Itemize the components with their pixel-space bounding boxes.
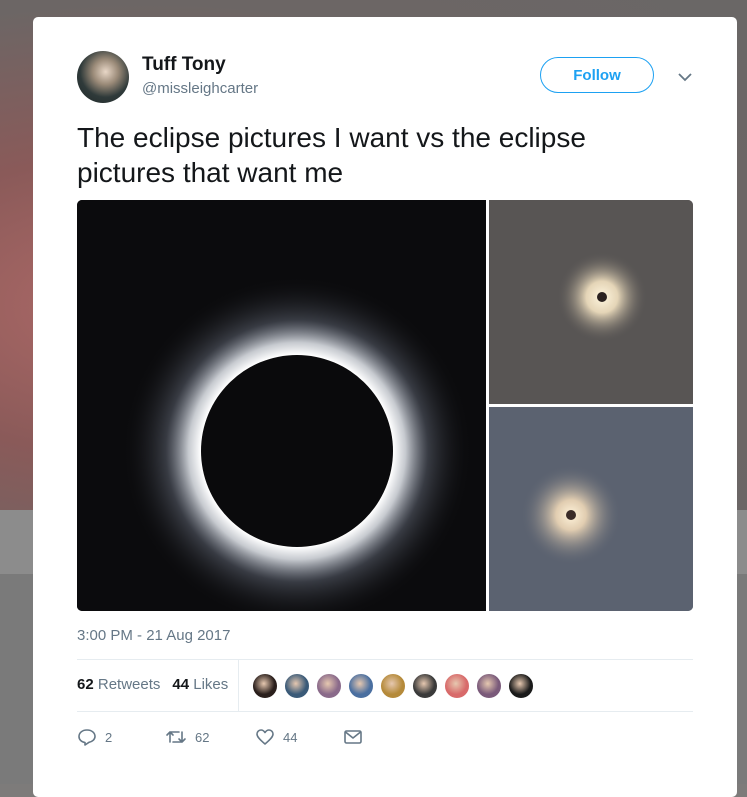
liker-avatar[interactable] <box>475 672 503 700</box>
eclipse-photo-small-top[interactable] <box>489 200 693 404</box>
chevron-down-icon[interactable] <box>676 68 694 86</box>
heart-icon <box>255 727 275 747</box>
liker-avatar[interactable] <box>507 672 535 700</box>
likes-count: 44 <box>172 675 190 693</box>
divider-top <box>77 659 693 660</box>
follow-button[interactable]: Follow <box>540 57 654 93</box>
like-button[interactable]: 44 <box>255 727 297 747</box>
reply-count: 2 <box>105 729 113 745</box>
tweet-card: Tuff Tony @missleighcarter Follow The ec… <box>33 17 737 797</box>
retweets-count: 62 <box>77 675 94 693</box>
author-name[interactable]: Tuff Tony <box>142 54 226 76</box>
retweet-icon <box>165 727 187 747</box>
liker-avatar[interactable] <box>347 672 375 700</box>
stats-separator <box>238 659 239 711</box>
liker-avatar[interactable] <box>379 672 407 700</box>
liker-avatars <box>251 672 535 700</box>
liker-avatar[interactable] <box>251 672 279 700</box>
tweet-stats: 62 Retweets 44 Likes <box>77 674 228 694</box>
retweets-stat[interactable]: 62 Retweets <box>77 676 160 693</box>
envelope-icon <box>343 727 363 747</box>
tweet-text: The eclipse pictures I want vs the eclip… <box>77 122 586 188</box>
eclipse-photo-main[interactable] <box>77 200 486 611</box>
tweet-media <box>77 200 693 611</box>
divider-bottom <box>77 711 693 712</box>
reply-button[interactable]: 2 <box>77 727 112 747</box>
reply-icon <box>77 727 97 747</box>
likes-label: Likes <box>193 675 229 693</box>
liker-avatar[interactable] <box>443 672 471 700</box>
retweet-action-count: 62 <box>195 729 210 745</box>
retweet-button[interactable]: 62 <box>165 727 209 747</box>
direct-message-button[interactable] <box>343 727 363 747</box>
liker-avatar[interactable] <box>315 672 343 700</box>
retweets-label: Retweets <box>97 675 161 693</box>
tweet-timestamp[interactable]: 3:00 PM - 21 Aug 2017 <box>77 627 230 644</box>
like-action-count: 44 <box>283 729 298 745</box>
eclipse-photo-small-bottom[interactable] <box>489 407 693 611</box>
author-avatar[interactable] <box>77 51 129 103</box>
likes-stat[interactable]: 44 Likes <box>172 676 228 693</box>
liker-avatar[interactable] <box>411 672 439 700</box>
author-handle[interactable]: @missleighcarter <box>142 80 258 97</box>
liker-avatar[interactable] <box>283 672 311 700</box>
